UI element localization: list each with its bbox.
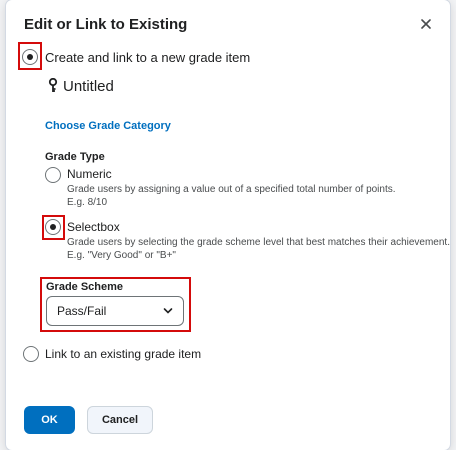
create-new-label[interactable]: Create and link to a new grade item [45,50,250,65]
numeric-radio[interactable] [45,167,61,183]
link-existing-label[interactable]: Link to an existing grade item [45,347,201,361]
grade-scheme-select[interactable]: Pass/Fail [46,296,184,326]
link-existing-radio[interactable] [23,346,39,362]
chevron-down-icon [163,308,173,314]
create-new-radio[interactable] [22,49,38,65]
numeric-label[interactable]: Numeric [67,167,112,181]
ok-button[interactable]: OK [24,406,75,434]
grade-scheme-value: Pass/Fail [57,304,107,318]
selectbox-label[interactable]: Selectbox [67,220,120,234]
dialog-title: Edit or Link to Existing [24,16,188,33]
key-icon [48,78,58,92]
selectbox-description: Grade users by selecting the grade schem… [67,237,450,248]
grade-type-heading: Grade Type [45,151,105,163]
choose-grade-category-link[interactable]: Choose Grade Category [45,120,171,132]
cancel-button[interactable]: Cancel [87,406,153,434]
grade-item-name: Untitled [63,78,114,95]
selectbox-example: E.g. "Very Good" or "B+" [67,250,176,261]
close-button[interactable] [416,14,436,34]
numeric-description: Grade users by assigning a value out of … [67,184,396,195]
grade-scheme-heading: Grade Scheme [46,281,124,293]
numeric-example: E.g. 8/10 [67,197,108,208]
edit-link-dialog: Edit or Link to Existing Create and link… [6,0,450,450]
close-icon [421,19,431,29]
selectbox-radio[interactable] [45,219,61,235]
